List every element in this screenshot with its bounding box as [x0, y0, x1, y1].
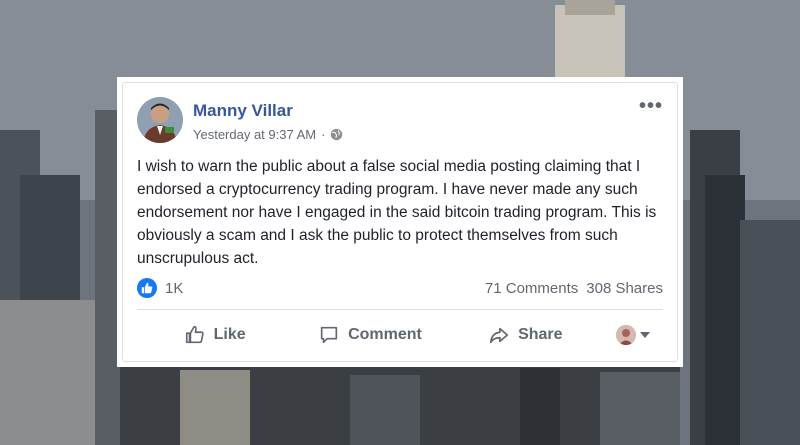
avatar-portrait-icon — [137, 97, 183, 143]
like-button[interactable]: Like — [137, 324, 292, 346]
reaction-audience-selector[interactable] — [603, 325, 663, 345]
post-stats: 1K 71 Comments 308 Shares — [137, 277, 663, 299]
chevron-down-icon — [639, 332, 650, 338]
comment-button[interactable]: Comment — [292, 324, 447, 346]
comment-count[interactable]: 71 Comments — [485, 280, 578, 297]
user-avatar — [615, 325, 636, 345]
globe-icon[interactable] — [330, 128, 343, 141]
reaction-count[interactable]: 1K — [165, 280, 183, 297]
more-options-icon[interactable]: ••• — [639, 96, 663, 116]
stats-divider — [137, 309, 663, 310]
meta-separator: · — [321, 127, 326, 142]
post-actions: Like Comment Share — [137, 317, 663, 353]
comment-button-label: Comment — [348, 326, 422, 343]
comment-icon — [320, 326, 338, 344]
like-reaction-icon[interactable] — [137, 278, 157, 298]
thumbs-up-icon — [185, 325, 204, 344]
post-meta: Yesterday at 9:37 AM · — [193, 127, 343, 142]
post-card: Manny Villar Yesterday at 9:37 AM · ••• … — [117, 77, 683, 367]
post-body: I wish to warn the public about a false … — [137, 158, 657, 267]
share-icon — [490, 327, 509, 344]
like-button-label: Like — [213, 326, 246, 343]
author-avatar[interactable] — [137, 97, 183, 143]
share-button-label: Share — [518, 326, 563, 343]
post-card-inner: Manny Villar Yesterday at 9:37 AM · ••• … — [122, 82, 678, 362]
post-timestamp[interactable]: Yesterday at 9:37 AM — [193, 127, 316, 142]
share-button[interactable]: Share — [448, 324, 603, 346]
share-count[interactable]: 308 Shares — [586, 280, 663, 297]
author-name[interactable]: Manny Villar — [193, 101, 293, 121]
